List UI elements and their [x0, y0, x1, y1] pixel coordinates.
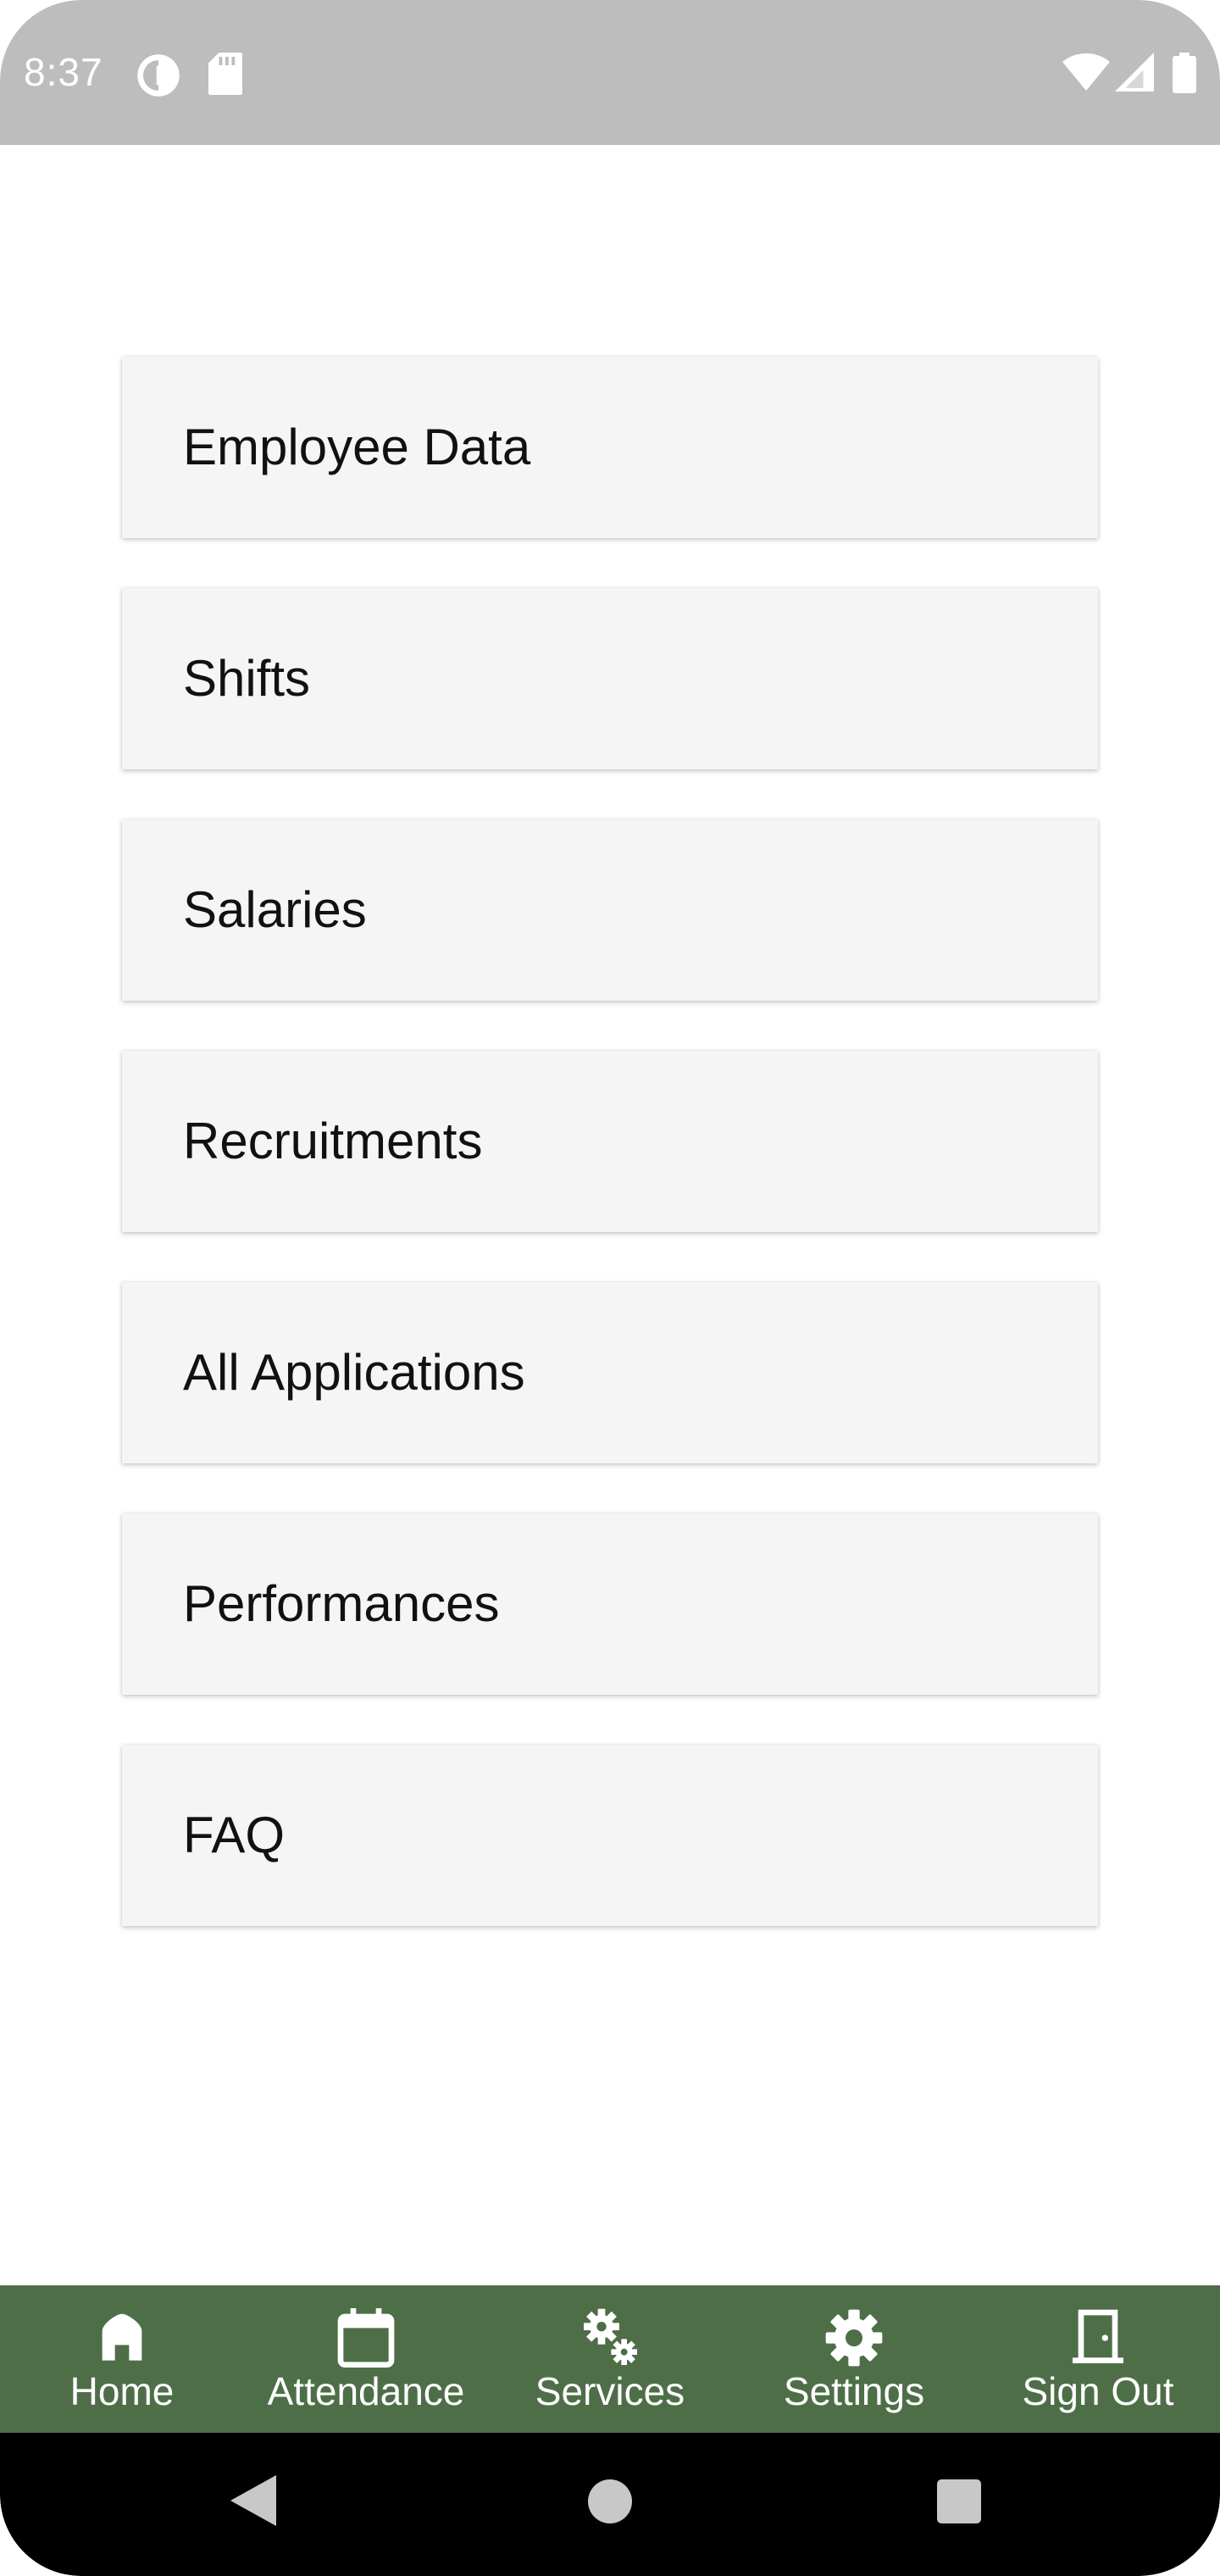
door-icon — [1064, 2304, 1132, 2372]
nav-label-services: Services — [535, 2369, 685, 2413]
menu-item-label: Shifts — [183, 650, 311, 707]
nav-label-attendance: Attendance — [267, 2369, 465, 2413]
data-saver-icon — [136, 53, 181, 103]
home-circle-icon[interactable] — [588, 2479, 632, 2528]
menu-item-shifts[interactable]: Shifts — [122, 588, 1098, 769]
nav-label-home: Home — [69, 2369, 175, 2413]
menu-item-salaries[interactable]: Salaries — [122, 819, 1098, 1001]
home-icon — [88, 2304, 156, 2372]
wifi-icon — [1062, 53, 1110, 96]
status-bar: 8:37 — [0, 0, 1220, 145]
nav-item-attendance[interactable]: Attendance — [244, 2285, 488, 2433]
menu-item-label: FAQ — [183, 1807, 286, 1863]
calendar-icon — [332, 2304, 400, 2372]
menu-item-label: Employee Data — [183, 419, 531, 475]
nav-item-sign-out[interactable]: Sign Out — [976, 2285, 1220, 2433]
menu-item-label: Salaries — [183, 881, 367, 938]
nav-label-settings: Settings — [783, 2369, 925, 2413]
app-screen: 8:37 Employee Data Shifts Salaries Recru… — [0, 0, 1220, 2576]
menu-item-label: All Applications — [183, 1344, 525, 1401]
menu-item-recruitments[interactable]: Recruitments — [122, 1051, 1098, 1232]
nav-item-services[interactable]: Services — [488, 2285, 732, 2433]
recents-icon[interactable] — [937, 2479, 981, 2528]
nav-item-settings[interactable]: Settings — [732, 2285, 976, 2433]
nav-item-home[interactable]: Home — [0, 2285, 244, 2433]
back-icon[interactable] — [230, 2475, 276, 2530]
sd-card-icon — [208, 53, 242, 99]
menu-item-faq[interactable]: FAQ — [122, 1745, 1098, 1926]
gear-icon — [820, 2304, 888, 2372]
menu-item-employee-data[interactable]: Employee Data — [122, 357, 1098, 538]
status-time: 8:37 — [24, 50, 103, 94]
cell-signal-icon — [1115, 53, 1154, 96]
nav-label-sign-out: Sign Out — [1022, 2369, 1174, 2413]
system-nav-bar — [0, 2433, 1220, 2576]
menu-item-label: Performances — [183, 1575, 500, 1632]
battery-icon — [1173, 53, 1196, 97]
menu-item-all-applications[interactable]: All Applications — [122, 1282, 1098, 1463]
bottom-nav: Home Attendance Services Settings Sign O… — [0, 2285, 1220, 2433]
menu-item-label: Recruitments — [183, 1113, 483, 1169]
gears-icon — [576, 2304, 644, 2372]
menu-item-performances[interactable]: Performances — [122, 1513, 1098, 1695]
menu-list: Employee Data Shifts Salaries Recruitmen… — [122, 357, 1098, 1976]
